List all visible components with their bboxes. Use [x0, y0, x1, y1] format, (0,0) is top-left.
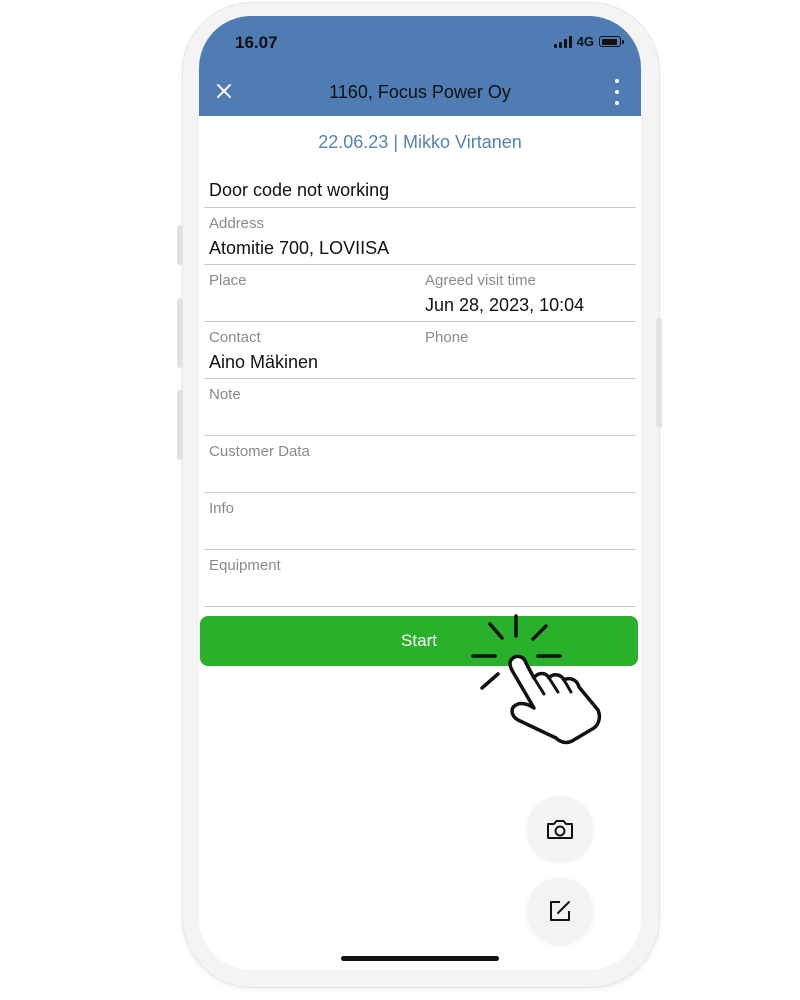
- note-row[interactable]: Note: [204, 379, 636, 436]
- home-indicator: [341, 956, 499, 961]
- status-indicators: 4G: [553, 34, 624, 49]
- status-time: 16.07: [235, 33, 278, 52]
- info-label: Info: [209, 500, 235, 517]
- battery-icon: [599, 36, 624, 47]
- power-button: [656, 318, 662, 428]
- page-title: 1160, Focus Power Oy: [329, 82, 511, 102]
- visit-date-technician: 22.06.23 | Mikko Virtanen: [318, 132, 522, 152]
- app-header: 16.07 4G 1160, Focus Power Oy: [199, 16, 641, 116]
- place-label: Place: [209, 272, 247, 289]
- edit-icon: [550, 901, 570, 921]
- equipment-row[interactable]: Equipment: [204, 550, 636, 607]
- camera-button[interactable]: [527, 796, 593, 862]
- address-row[interactable]: Address Atomitie 700, LOVIISA: [204, 208, 636, 265]
- phone-label: Phone: [425, 329, 469, 346]
- task-title-row: Door code not working: [204, 166, 636, 208]
- address-label: Address: [209, 215, 265, 232]
- contact-label: Contact: [209, 329, 261, 346]
- volume-down-button: [177, 390, 183, 460]
- edit-note-button[interactable]: [527, 878, 593, 944]
- mute-switch: [177, 225, 183, 265]
- customer-data-row[interactable]: Customer Data: [204, 436, 636, 493]
- volume-up-button: [177, 298, 183, 368]
- more-options-button[interactable]: [613, 79, 621, 105]
- task-title: Door code not working: [209, 180, 390, 200]
- agreed-visit-time-value: Jun 28, 2023, 10:04: [425, 295, 585, 315]
- network-type: 4G: [576, 34, 594, 49]
- place-visit-row[interactable]: Place Agreed visit time Jun 28, 2023, 10…: [204, 265, 636, 322]
- camera-icon: [547, 820, 573, 839]
- agreed-visit-time-label: Agreed visit time: [425, 272, 536, 289]
- customer-data-label: Customer Data: [209, 443, 310, 460]
- contact-phone-row[interactable]: Contact Aino Mäkinen Phone: [204, 322, 636, 379]
- contact-value: Aino Mäkinen: [209, 352, 319, 372]
- equipment-label: Equipment: [209, 557, 281, 574]
- address-value: Atomitie 700, LOVIISA: [209, 238, 390, 258]
- phone-screen: 16.07 4G 1160, Focus Power Oy 22.06.23 |…: [199, 16, 641, 970]
- tap-hand-icon: [471, 614, 602, 745]
- info-row[interactable]: Info: [204, 493, 636, 550]
- note-label: Note: [209, 386, 241, 403]
- more-vertical-icon: [615, 79, 619, 83]
- signal-icon: [553, 35, 572, 48]
